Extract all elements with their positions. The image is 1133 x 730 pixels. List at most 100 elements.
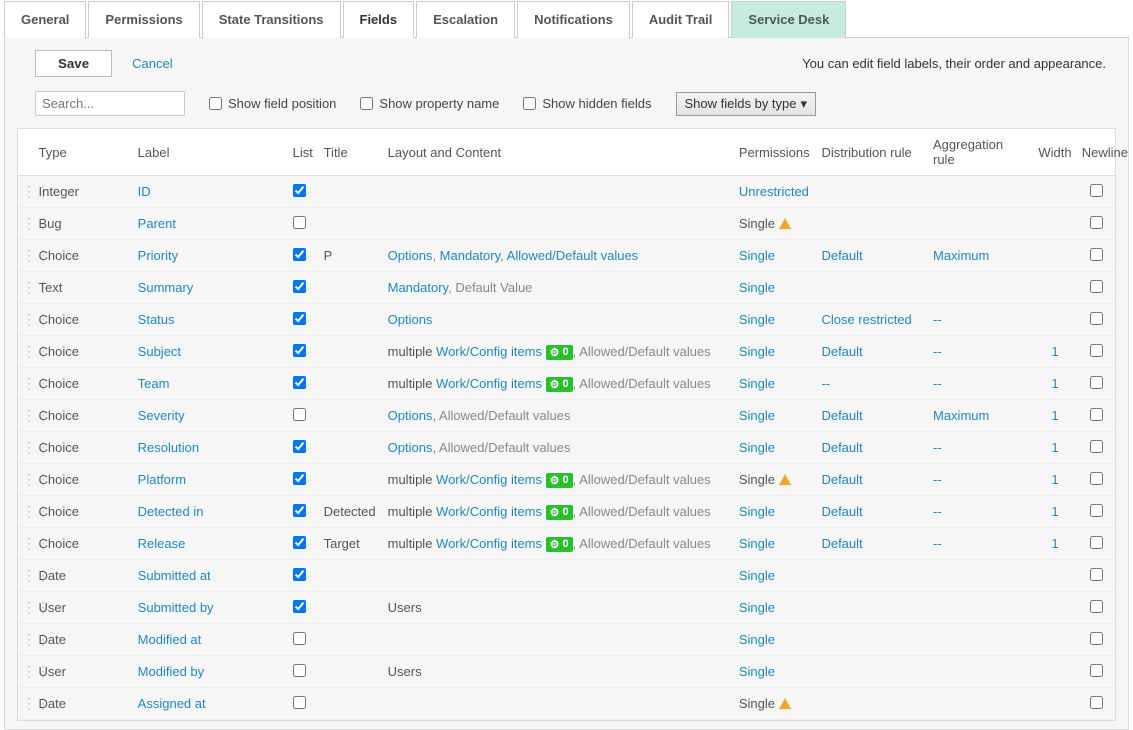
field-label-link[interactable]: ID [138, 184, 151, 199]
drag-handle-icon[interactable]: ⋮⋮ [18, 176, 35, 208]
tab-escalation[interactable]: Escalation [416, 1, 515, 38]
newline-checkbox[interactable] [1090, 184, 1103, 197]
aggregation-link[interactable]: -- [933, 472, 942, 487]
drag-handle-icon[interactable]: ⋮⋮ [18, 208, 35, 240]
distribution-link[interactable]: Default [821, 248, 862, 263]
field-label-link[interactable]: Subject [138, 344, 181, 359]
cell-title[interactable] [320, 688, 384, 720]
permissions-value[interactable]: Single [739, 344, 775, 359]
cell-title[interactable] [320, 400, 384, 432]
cell-width[interactable]: 1 [1032, 400, 1077, 432]
field-label-link[interactable]: Status [138, 312, 175, 327]
newline-checkbox[interactable] [1090, 248, 1103, 261]
field-label-link[interactable]: Modified at [138, 632, 202, 647]
field-label-link[interactable]: Release [138, 536, 186, 551]
newline-checkbox[interactable] [1090, 568, 1103, 581]
cell-title[interactable] [320, 624, 384, 656]
permissions-value[interactable]: Single [739, 568, 775, 583]
newline-checkbox[interactable] [1090, 504, 1103, 517]
permissions-value[interactable]: Single [739, 440, 775, 455]
col-distribution[interactable]: Distribution rule [817, 129, 929, 176]
field-label-link[interactable]: Severity [138, 408, 185, 423]
col-aggregation[interactable]: Aggregation rule [929, 129, 1032, 176]
width-value[interactable]: 1 [1051, 344, 1058, 359]
cell-title[interactable] [320, 560, 384, 592]
permissions-value[interactable]: Single [739, 248, 775, 263]
cell-title[interactable] [320, 432, 384, 464]
list-checkbox[interactable] [293, 280, 306, 293]
tab-service-desk[interactable]: Service Desk [731, 1, 846, 38]
config-badge[interactable]: 0 [546, 537, 573, 552]
drag-handle-icon[interactable]: ⋮⋮ [18, 624, 35, 656]
layout-link[interactable]: Work/Config items [436, 344, 542, 359]
cell-title[interactable] [320, 176, 384, 208]
list-checkbox[interactable] [293, 408, 306, 421]
drag-handle-icon[interactable]: ⋮⋮ [18, 240, 35, 272]
list-checkbox[interactable] [293, 440, 306, 453]
config-badge[interactable]: 0 [546, 505, 573, 520]
config-badge[interactable]: 0 [546, 473, 573, 488]
list-checkbox[interactable] [293, 216, 306, 229]
distribution-link[interactable]: Close restricted [821, 312, 911, 327]
permissions-value[interactable]: Single [739, 376, 775, 391]
search-input[interactable] [35, 91, 185, 116]
field-label-link[interactable]: Platform [138, 472, 186, 487]
layout-link[interactable]: Options [388, 408, 433, 423]
aggregation-link[interactable]: -- [933, 376, 942, 391]
tab-state-transitions[interactable]: State Transitions [202, 1, 341, 38]
cell-width[interactable] [1032, 592, 1077, 624]
permissions-value[interactable]: Single [739, 536, 775, 551]
tab-permissions[interactable]: Permissions [88, 1, 199, 38]
cell-width[interactable] [1032, 240, 1077, 272]
width-value[interactable]: 1 [1051, 536, 1058, 551]
show-field-position-checkbox[interactable] [209, 97, 222, 110]
aggregation-link[interactable]: -- [933, 440, 942, 455]
drag-handle-icon[interactable]: ⋮⋮ [18, 496, 35, 528]
distribution-link[interactable]: Default [821, 440, 862, 455]
width-value[interactable]: 1 [1051, 440, 1058, 455]
permissions-value[interactable]: Single [739, 312, 775, 327]
cell-width[interactable] [1032, 560, 1077, 592]
cell-width[interactable] [1032, 208, 1077, 240]
cell-width[interactable] [1032, 176, 1077, 208]
width-value[interactable]: 1 [1051, 472, 1058, 487]
newline-checkbox[interactable] [1090, 216, 1103, 229]
cell-title[interactable] [320, 656, 384, 688]
list-checkbox[interactable] [293, 184, 306, 197]
aggregation-link[interactable]: Maximum [933, 408, 989, 423]
layout-link[interactable]: Mandatory [388, 280, 448, 295]
drag-handle-icon[interactable]: ⋮⋮ [18, 400, 35, 432]
col-width[interactable]: Width [1032, 129, 1077, 176]
cell-title[interactable]: P [320, 240, 384, 272]
newline-checkbox[interactable] [1090, 344, 1103, 357]
list-checkbox[interactable] [293, 312, 306, 325]
list-checkbox[interactable] [293, 472, 306, 485]
newline-checkbox[interactable] [1090, 536, 1103, 549]
list-checkbox[interactable] [293, 376, 306, 389]
col-list[interactable]: List [289, 129, 320, 176]
save-button[interactable]: Save [35, 50, 112, 77]
aggregation-link[interactable]: -- [933, 344, 942, 359]
show-hidden-fields-toggle[interactable]: Show hidden fields [523, 96, 651, 111]
drag-handle-icon[interactable]: ⋮⋮ [18, 592, 35, 624]
cell-width[interactable] [1032, 624, 1077, 656]
field-label-link[interactable]: Team [138, 376, 170, 391]
permissions-value[interactable]: Unrestricted [739, 184, 809, 199]
newline-checkbox[interactable] [1090, 376, 1103, 389]
width-value[interactable]: 1 [1051, 504, 1058, 519]
field-label-link[interactable]: Resolution [138, 440, 199, 455]
distribution-link[interactable]: Default [821, 344, 862, 359]
cell-width[interactable]: 1 [1032, 432, 1077, 464]
cell-width[interactable] [1032, 272, 1077, 304]
distribution-link[interactable]: Default [821, 408, 862, 423]
aggregation-link[interactable]: -- [933, 504, 942, 519]
layout-link[interactable]: Options [388, 440, 433, 455]
tab-general[interactable]: General [4, 1, 86, 38]
cell-width[interactable] [1032, 656, 1077, 688]
aggregation-link[interactable]: -- [933, 536, 942, 551]
newline-checkbox[interactable] [1090, 600, 1103, 613]
list-checkbox[interactable] [293, 600, 306, 613]
newline-checkbox[interactable] [1090, 472, 1103, 485]
field-label-link[interactable]: Assigned at [138, 696, 206, 711]
drag-handle-icon[interactable]: ⋮⋮ [18, 368, 35, 400]
